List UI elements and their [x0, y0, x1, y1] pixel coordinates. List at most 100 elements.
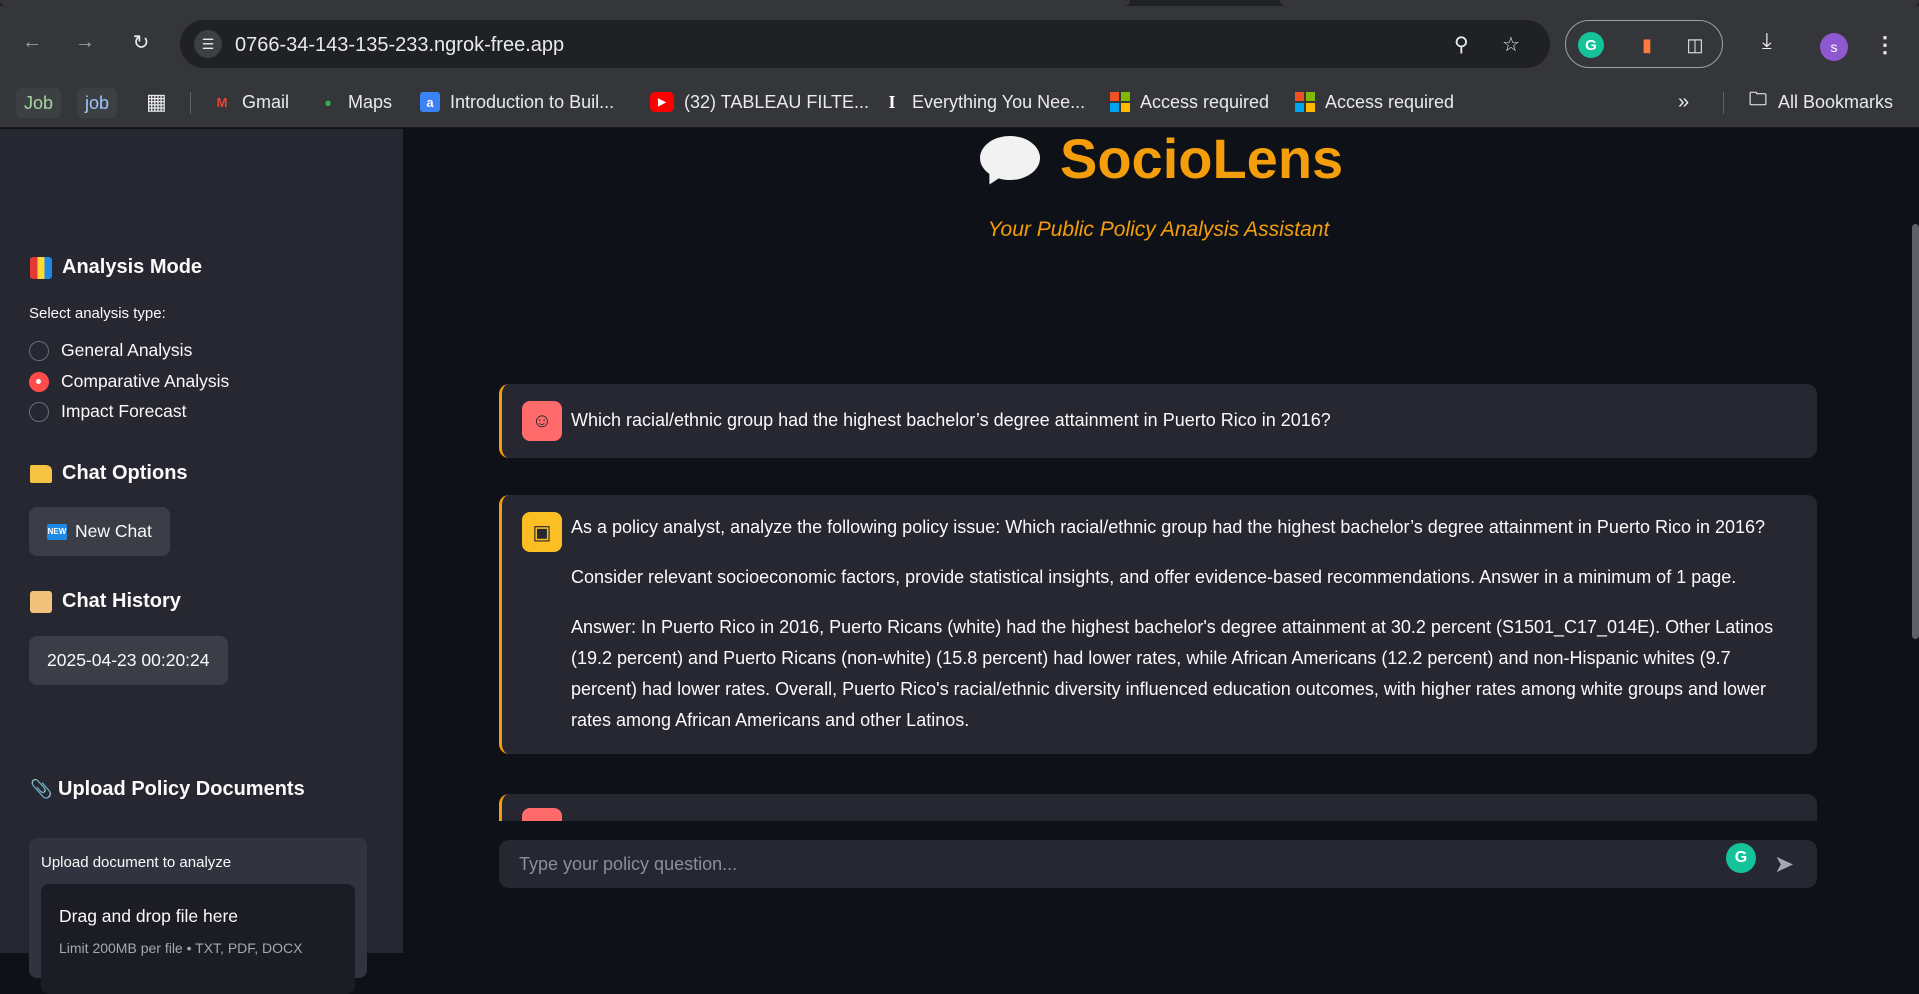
scroll-icon: [30, 590, 52, 613]
chat-history-heading-text: Chat History: [62, 590, 181, 612]
bookmark-youtube[interactable]: ▶ (32) TABLEAU FILTE...: [650, 88, 869, 116]
forward-icon[interactable]: →: [71, 28, 99, 56]
bookmark-job-2[interactable]: job: [77, 88, 118, 118]
dropzone-title: Drag and drop file here: [59, 906, 238, 926]
profile-avatar[interactable]: s: [1820, 33, 1848, 61]
chat-history-heading: Chat History: [30, 590, 181, 613]
bookmark-access-required-2[interactable]: Access required: [1295, 88, 1454, 116]
upload-heading-text: Upload Policy Documents: [58, 778, 305, 800]
bookmark-job[interactable]: Job: [16, 88, 62, 118]
bookmarks-bar: Job job ▦ M Gmail ● Maps a Introduction to …: [0, 76, 1919, 128]
folder-icon: [30, 464, 52, 483]
address-bar[interactable]: ☰ 0766-34-143-135-233.ngrok-free.app ⚲ ☆: [180, 20, 1550, 68]
chat-options-heading-text: Chat Options: [62, 462, 188, 484]
radio-impact-forecast[interactable]: Impact Forecast: [29, 401, 186, 422]
youtube-icon: ▶: [650, 92, 674, 112]
new-chat-label: New Chat: [75, 521, 152, 541]
grammarly-extension-icon[interactable]: G: [1578, 32, 1604, 58]
radio-circle-selected[interactable]: [29, 371, 49, 392]
main-scrollbar[interactable]: [1912, 224, 1919, 639]
select-analysis-label: Select analysis type:: [29, 305, 166, 322]
radio-general-analysis[interactable]: General Analysis: [29, 340, 192, 361]
audio-extension-icon[interactable]: ▮: [1634, 32, 1660, 58]
chat-input[interactable]: [519, 840, 1679, 888]
radio-label: Impact Forecast: [61, 401, 187, 421]
chat-options-heading: Chat Options: [30, 462, 188, 485]
more-bookmarks-icon[interactable]: »: [1678, 88, 1689, 116]
radio-label: General Analysis: [61, 340, 193, 360]
message-paragraph: Consider relevant socioeconomic factors,…: [571, 567, 1737, 587]
chat-message-user: ☺ Which racial/ethnic group had the high…: [499, 384, 1817, 458]
downloads-icon[interactable]: ⤓: [1762, 28, 1772, 54]
speech-bubble-icon: [978, 134, 1042, 189]
bookmark-label: job: [85, 92, 110, 113]
analysis-mode-heading: Analysis Mode: [30, 256, 202, 279]
sidebar: Analysis Mode Select analysis type: Gene…: [0, 129, 403, 953]
upload-widget: Upload document to analyze Drag and drop…: [29, 838, 367, 994]
browser-menu-icon[interactable]: ⋮: [1874, 32, 1896, 58]
apps-grid-icon[interactable]: ▦: [146, 88, 167, 116]
bookmark-maps[interactable]: ● Maps: [318, 88, 392, 116]
microsoft-icon: [1110, 92, 1130, 112]
bookmark-star-icon[interactable]: ☆: [1502, 32, 1520, 57]
site-settings-icon[interactable]: ☰: [194, 30, 222, 58]
bookmark-separator: [190, 92, 191, 114]
user-avatar-icon: ☺: [522, 401, 562, 441]
all-bookmarks[interactable]: 🗀 All Bookmarks: [1748, 88, 1893, 116]
new-badge-icon: NEW: [47, 523, 67, 540]
i-icon: I: [888, 91, 896, 112]
bookmark-label: Job: [24, 92, 54, 113]
bookmark-separator: [1723, 92, 1724, 114]
bookmark-everything[interactable]: I Everything You Nee...: [882, 88, 1085, 116]
bar-chart-icon: [30, 256, 52, 279]
new-chat-button[interactable]: NEW New Chat: [29, 507, 170, 556]
message-paragraph: Answer: In Puerto Rico in 2016, Puerto R…: [571, 617, 1774, 730]
bookmark-label: Access required: [1325, 91, 1455, 112]
dropzone-limit: Limit 200MB per file • TXT, PDF, DOCX: [59, 940, 303, 956]
app-subtitle: Your Public Policy Analysis Assistant: [987, 218, 1330, 241]
chat-input-bar: G ➤: [499, 840, 1817, 888]
bookmark-label: (32) TABLEAU FILTE...: [684, 91, 870, 112]
bookmark-introduction[interactable]: a Introduction to Buil...: [420, 88, 614, 116]
bookmark-access-required[interactable]: Access required: [1110, 88, 1269, 116]
bookmark-label: Introduction to Buil...: [450, 91, 615, 112]
app-title: SocioLens: [978, 126, 1343, 191]
paperclip-icon: 📎: [30, 778, 53, 799]
bookmark-label: Access required: [1140, 91, 1270, 112]
gmail-icon: M: [216, 94, 228, 110]
bookmark-label: Everything You Nee...: [912, 91, 1086, 112]
browser-toolbar: ← → ↻ ☰ 0766-34-143-135-233.ngrok-free.a…: [0, 6, 1919, 84]
radio-circle[interactable]: [29, 401, 49, 422]
bot-avatar-icon: ▣: [522, 512, 562, 552]
extensions-puzzle-icon[interactable]: ◫: [1682, 32, 1708, 58]
radio-comparative-analysis[interactable]: Comparative Analysis: [29, 371, 229, 392]
bookmark-label: Maps: [348, 91, 393, 112]
file-dropzone[interactable]: Drag and drop file here Limit 200MB per …: [41, 884, 355, 994]
send-icon[interactable]: ➤: [1774, 850, 1794, 879]
bookmark-gmail[interactable]: M Gmail: [212, 88, 289, 116]
upload-heading: 📎 Upload Policy Documents: [30, 778, 305, 801]
all-bookmarks-label: All Bookmarks: [1778, 91, 1894, 112]
a-icon: a: [420, 92, 440, 112]
url-text[interactable]: 0766-34-143-135-233.ngrok-free.app: [235, 34, 564, 57]
chat-history-item-label: 2025-04-23 00:20:24: [47, 650, 210, 670]
extensions-group: G ▮ ◫: [1565, 20, 1723, 68]
bookmark-label: Gmail: [242, 91, 290, 112]
reload-icon[interactable]: ↻: [127, 28, 155, 56]
radio-circle[interactable]: [29, 340, 49, 361]
chat-message-user-partial: [499, 794, 1817, 821]
message-text: Which racial/ethnic group had the highes…: [571, 410, 1331, 430]
chat-message-assistant: ▣ As a policy analyst, analyze the follo…: [499, 495, 1817, 754]
upload-caption: Upload document to analyze: [41, 854, 232, 871]
maps-icon: ●: [324, 94, 332, 110]
radio-label: Comparative Analysis: [61, 371, 230, 391]
user-avatar-icon: [522, 808, 562, 821]
back-icon[interactable]: ←: [18, 28, 46, 56]
analysis-mode-heading-text: Analysis Mode: [62, 256, 203, 278]
app-title-text: SocioLens: [1060, 127, 1344, 190]
grammarly-icon[interactable]: G: [1726, 843, 1756, 873]
zoom-icon[interactable]: ⚲: [1454, 32, 1469, 57]
chat-history-item[interactable]: 2025-04-23 00:20:24: [29, 636, 228, 685]
microsoft-icon: [1295, 92, 1315, 112]
message-paragraph: As a policy analyst, analyze the followi…: [571, 517, 1766, 537]
